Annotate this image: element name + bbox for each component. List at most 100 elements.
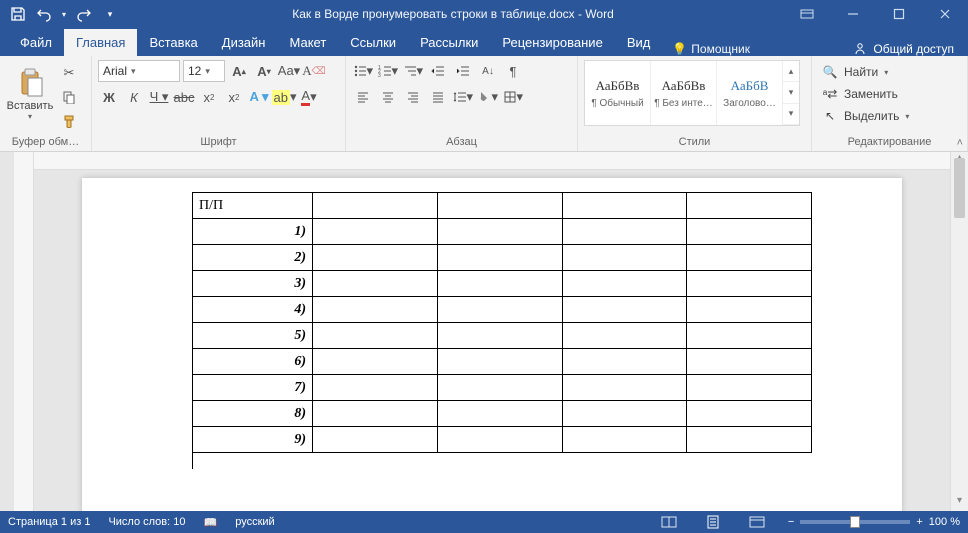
tab-mailings[interactable]: Рассылки (408, 29, 490, 56)
clear-formatting-icon[interactable]: A⌫ (303, 60, 325, 82)
multilevel-list-icon[interactable]: ▾ (402, 60, 424, 82)
bullets-icon[interactable]: ▾ (352, 60, 374, 82)
change-case-icon[interactable]: Aa▾ (278, 60, 300, 82)
document-table[interactable]: П/П1)2)3)4)5)6)7)8)9) (192, 192, 812, 453)
gallery-down-icon[interactable]: ▾ (783, 82, 799, 103)
style-heading1[interactable]: АаБбВЗаголово… (717, 61, 783, 125)
zoom-level[interactable]: 100 % (929, 516, 960, 528)
text-effects-icon[interactable]: A ▾ (248, 86, 270, 108)
subscript-icon[interactable]: x2 (198, 86, 220, 108)
qat-undo-more[interactable]: ▾ (58, 2, 70, 26)
zoom-thumb[interactable] (850, 516, 860, 528)
style-no-spacing[interactable]: АаБбВв¶ Без инте… (651, 61, 717, 125)
minimize-icon[interactable] (830, 0, 876, 28)
superscript-icon[interactable]: x2 (223, 86, 245, 108)
qat-customize[interactable]: ▾ (98, 2, 122, 26)
horizontal-ruler[interactable] (34, 152, 950, 170)
italic-icon[interactable]: К (123, 86, 145, 108)
collapse-ribbon-icon[interactable]: ˄ (957, 137, 963, 149)
web-layout-icon[interactable] (744, 512, 770, 532)
vertical-ruler[interactable] (14, 152, 34, 511)
tab-view[interactable]: Вид (615, 29, 663, 56)
status-page[interactable]: Страница 1 из 1 (8, 516, 90, 528)
redo-icon[interactable] (72, 2, 96, 26)
gallery-more-icon[interactable]: ▾ (783, 104, 799, 125)
bold-icon[interactable]: Ж (98, 86, 120, 108)
shading-icon[interactable]: ▾ (477, 86, 499, 108)
row-number-cell[interactable]: 2) (193, 245, 313, 271)
zoom-out-icon[interactable]: − (788, 516, 794, 528)
row-number-cell[interactable]: 1) (193, 219, 313, 245)
replace-icon: ᵃ⇄ (822, 87, 838, 101)
row-number-cell[interactable]: 9) (193, 427, 313, 453)
underline-icon[interactable]: Ч ▾ (148, 86, 170, 108)
show-marks-icon[interactable]: ¶ (502, 60, 524, 82)
maximize-icon[interactable] (876, 0, 922, 28)
row-number-cell[interactable]: 4) (193, 297, 313, 323)
tab-review[interactable]: Рецензирование (490, 29, 614, 56)
shrink-font-icon[interactable]: A▾ (253, 60, 275, 82)
align-right-icon[interactable] (402, 86, 424, 108)
align-center-icon[interactable] (377, 86, 399, 108)
font-size-combo[interactable]: 12▾ (183, 60, 225, 82)
select-icon: ↖ (822, 109, 838, 123)
align-left-icon[interactable] (352, 86, 374, 108)
status-proofing-icon[interactable]: 📖 (204, 516, 218, 529)
tab-design[interactable]: Дизайн (210, 29, 278, 56)
share-button[interactable]: Общий доступ (839, 42, 968, 56)
row-number-cell[interactable]: 5) (193, 323, 313, 349)
svg-text:3: 3 (378, 73, 381, 78)
borders-icon[interactable]: ▾ (502, 86, 524, 108)
tab-home[interactable]: Главная (64, 29, 137, 56)
font-name-combo[interactable]: Arial▾ (98, 60, 180, 82)
table-row: 4) (193, 297, 812, 323)
line-spacing-icon[interactable]: ▾ (452, 86, 474, 108)
document-scroll[interactable]: П/П1)2)3)4)5)6)7)8)9) (34, 152, 950, 511)
table-header-cell[interactable]: П/П (193, 193, 313, 219)
row-number-cell[interactable]: 3) (193, 271, 313, 297)
decrease-indent-icon[interactable] (427, 60, 449, 82)
table-row: 1) (193, 219, 812, 245)
select-button[interactable]: ↖Выделить ▾ (818, 106, 913, 126)
vertical-scrollbar[interactable]: ▴ ▾ (950, 152, 968, 511)
group-clipboard-label: Буфер обм… (6, 134, 85, 151)
cut-icon[interactable]: ✂ (58, 62, 80, 84)
save-icon[interactable] (6, 2, 30, 26)
gallery-up-icon[interactable]: ▴ (783, 61, 799, 82)
ribbon-display-options-icon[interactable] (784, 0, 830, 28)
font-color-icon[interactable]: A▾ (298, 86, 320, 108)
tab-file[interactable]: Файл (8, 29, 64, 56)
status-language[interactable]: русский (235, 516, 274, 528)
numbering-icon[interactable]: 123▾ (377, 60, 399, 82)
print-layout-icon[interactable] (700, 512, 726, 532)
zoom-slider[interactable] (800, 520, 910, 524)
scroll-thumb[interactable] (954, 158, 965, 218)
page[interactable]: П/П1)2)3)4)5)6)7)8)9) (82, 178, 902, 511)
row-number-cell[interactable]: 6) (193, 349, 313, 375)
scroll-down-icon[interactable]: ▾ (951, 495, 968, 511)
row-number-cell[interactable]: 7) (193, 375, 313, 401)
justify-icon[interactable] (427, 86, 449, 108)
status-words[interactable]: Число слов: 10 (108, 516, 185, 528)
grow-font-icon[interactable]: A▴ (228, 60, 250, 82)
copy-icon[interactable] (58, 86, 80, 108)
increase-indent-icon[interactable] (452, 60, 474, 82)
style-normal[interactable]: АаБбВв¶ Обычный (585, 61, 651, 125)
replace-button[interactable]: ᵃ⇄Заменить (818, 84, 913, 104)
tab-layout[interactable]: Макет (277, 29, 338, 56)
table-row: 8) (193, 401, 812, 427)
paste-button[interactable]: Вставить ▾ (6, 60, 54, 126)
close-icon[interactable] (922, 0, 968, 28)
read-mode-icon[interactable] (656, 512, 682, 532)
tab-insert[interactable]: Вставка (137, 29, 209, 56)
format-painter-icon[interactable] (58, 110, 80, 132)
tell-me[interactable]: 💡 Помощник (662, 42, 760, 56)
row-number-cell[interactable]: 8) (193, 401, 313, 427)
tab-references[interactable]: Ссылки (338, 29, 408, 56)
undo-icon[interactable] (32, 2, 56, 26)
find-button[interactable]: 🔍Найти ▾ (818, 62, 913, 82)
strikethrough-icon[interactable]: abc (173, 86, 195, 108)
highlight-icon[interactable]: ab▾ (273, 86, 295, 108)
zoom-in-icon[interactable]: + (916, 516, 922, 528)
sort-icon[interactable]: A↓ (477, 60, 499, 82)
